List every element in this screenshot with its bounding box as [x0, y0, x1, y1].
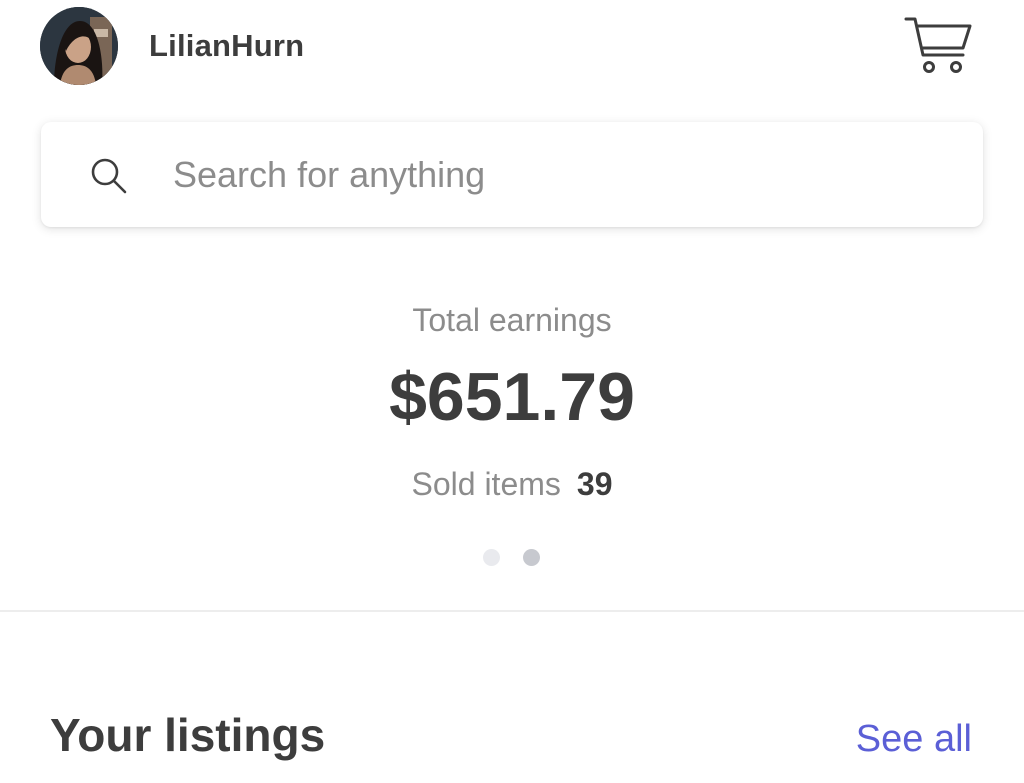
- search-input[interactable]: [173, 150, 933, 200]
- page-dot-1[interactable]: [483, 549, 500, 566]
- sold-items-count: 39: [576, 466, 613, 502]
- shopping-cart-icon[interactable]: [903, 14, 975, 78]
- avatar[interactable]: [40, 7, 118, 85]
- header: LilianHurn: [0, 0, 1024, 100]
- total-earnings-value: $651.79: [389, 359, 635, 435]
- total-earnings-label: Total earnings: [412, 302, 612, 338]
- username: LilianHurn: [149, 28, 305, 63]
- avatar-image: [40, 7, 118, 85]
- search-icon: [89, 156, 129, 196]
- see-all-link[interactable]: See all: [856, 718, 972, 761]
- app-screen: LilianHurn Total earnings $651.79 Sold i…: [0, 0, 1024, 783]
- section-divider: [0, 610, 1024, 612]
- page-dot-2[interactable]: [523, 549, 540, 566]
- sold-items-label: Sold items: [411, 466, 561, 502]
- search-bar[interactable]: [41, 122, 983, 227]
- page-indicator: [483, 549, 543, 567]
- your-listings-heading: Your listings: [50, 709, 326, 761]
- sold-items-row: Sold items 39: [0, 466, 1024, 503]
